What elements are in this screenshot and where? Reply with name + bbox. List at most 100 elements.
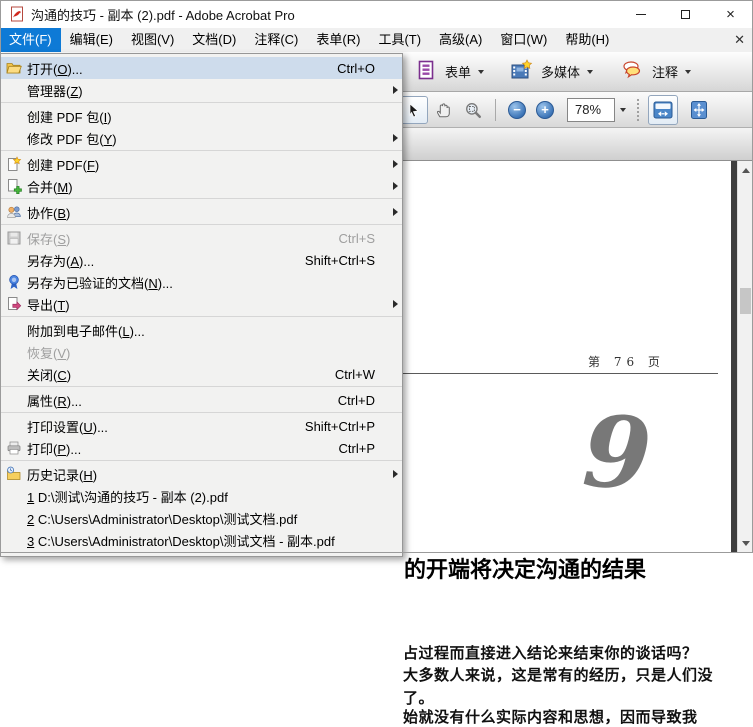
scrollbar-thumb[interactable]	[740, 288, 751, 314]
pdf-file-icon	[9, 6, 25, 22]
hand-tool-icon	[436, 102, 450, 117]
menu-icon-gutter	[4, 344, 23, 360]
document-body-line: 大多数人来说，这是常有的经历，只是人们没	[403, 667, 714, 684]
menu-item-label: 3 C:\Users\Administrator\Desktop\测试文档 - …	[27, 533, 335, 549]
menubar-item[interactable]: 文件(F)	[0, 28, 61, 52]
menu-item[interactable]: 另存为已验证的文档(N)...	[1, 271, 402, 293]
menu-item[interactable]: 创建 PDF 包(I)	[1, 105, 402, 127]
menu-item[interactable]: 导出(T)	[1, 293, 402, 315]
menu-item-label: 协作(B)	[27, 205, 71, 221]
menu-shortcut: Shift+Ctrl+P	[304, 418, 375, 434]
minimize-button[interactable]	[618, 0, 663, 28]
menu-item-label: 修改 PDF 包(Y)	[27, 131, 117, 147]
menu-separator	[1, 460, 402, 461]
task-button-label: 注释	[652, 65, 679, 80]
maximize-icon	[681, 9, 690, 19]
menu-shortcut: Ctrl+D	[337, 392, 375, 408]
menubar-item[interactable]: 文档(D)	[183, 28, 245, 52]
task-button[interactable]: 注释	[613, 56, 697, 87]
menu-icon-gutter	[4, 418, 23, 434]
menu-item-label: 1 D:\测试\沟通的技巧 - 副本 (2).pdf	[27, 489, 228, 505]
menubar-item[interactable]: 帮助(H)	[556, 28, 618, 52]
menu-separator	[1, 316, 402, 317]
menu-shortcut: Ctrl+O	[337, 60, 375, 76]
menu-item[interactable]: 合并(M)	[1, 175, 402, 197]
menu-item[interactable]: 打印设置(U)... Shift+Ctrl+P	[1, 415, 402, 437]
menu-icon-gutter	[4, 252, 23, 268]
menubar-item[interactable]: 窗口(W)	[491, 28, 556, 52]
dropdown-caret-icon	[478, 69, 485, 74]
submenu-arrow-icon	[389, 300, 398, 308]
task-button[interactable]: 表单	[410, 56, 490, 87]
marquee-zoom-button[interactable]	[458, 96, 488, 124]
scroll-down-icon[interactable]	[742, 541, 750, 546]
menu-item-label: 恢复(V)	[27, 345, 71, 361]
plus-icon: +	[541, 102, 549, 117]
menu-icon-gutter	[4, 366, 23, 382]
menu-item[interactable]: 管理器(Z)	[1, 79, 402, 101]
menu-item[interactable]: 打印(P)... Ctrl+P	[1, 437, 402, 459]
task-buttons: 表单 多媒体 注释	[410, 52, 697, 91]
toolbar-separator	[495, 98, 496, 121]
page-number-header: 第 76 页	[588, 355, 665, 369]
fit-width-button[interactable]	[648, 94, 678, 125]
submenu-arrow-icon	[389, 470, 398, 478]
menubar-item[interactable]: 表单(R)	[307, 28, 369, 52]
zoom-level-input[interactable]: 78%	[567, 97, 615, 122]
submenu-arrow-icon	[389, 160, 398, 168]
vertical-scrollbar[interactable]	[737, 161, 753, 553]
menu-item[interactable]: 另存为(A)... Shift+Ctrl+S	[1, 249, 402, 271]
menu-item-label: 保存(S)	[27, 231, 71, 247]
certify-icon	[4, 274, 23, 290]
recent-file-item[interactable]: 1 D:\测试\沟通的技巧 - 副本 (2).pdf	[1, 485, 402, 507]
menu-item-label: 合并(M)	[27, 179, 73, 195]
menu-item[interactable]: 保存(S) Ctrl+S	[1, 227, 402, 249]
zoom-dropdown-icon[interactable]	[620, 107, 626, 112]
menu-item[interactable]: 历史记录(H)	[1, 463, 402, 485]
submenu-arrow-icon	[389, 134, 398, 142]
menu-item[interactable]: 打开(O)... Ctrl+O	[1, 57, 402, 79]
menu-item-label: 另存为已验证的文档(N)...	[27, 275, 173, 291]
recent-file-item[interactable]: 2 C:\Users\Administrator\Desktop\测试文档.pd…	[1, 507, 402, 529]
menu-item-label: 打印设置(U)...	[27, 419, 108, 435]
menu-separator	[1, 102, 402, 103]
export-icon	[4, 296, 23, 312]
close-document-icon[interactable]: ✕	[734, 28, 745, 52]
menubar-item[interactable]: 工具(T)	[369, 28, 430, 52]
task-button[interactable]: 多媒体	[504, 56, 599, 87]
menubar-item[interactable]: 编辑(E)	[61, 28, 122, 52]
toolbar-grip	[636, 97, 641, 122]
menu-separator	[1, 412, 402, 413]
menu-item[interactable]: 附加到电子邮件(L)...	[1, 319, 402, 341]
form-icon	[416, 59, 438, 84]
close-button[interactable]: ×	[708, 0, 753, 28]
menubar-item[interactable]: 高级(A)	[430, 28, 491, 52]
menu-icon-gutter	[4, 532, 23, 548]
menu-item-label: 创建 PDF 包(I)	[27, 109, 112, 125]
marquee-zoom-icon	[466, 102, 481, 118]
menu-item[interactable]: 属性(R)... Ctrl+D	[1, 389, 402, 411]
fit-page-button[interactable]	[684, 95, 714, 125]
menu-item-label: 属性(R)...	[27, 393, 82, 409]
menu-item[interactable]: 协作(B)	[1, 201, 402, 223]
menu-icon-gutter	[4, 82, 23, 98]
menu-item[interactable]: 恢复(V)	[1, 341, 402, 363]
menubar-item[interactable]: 视图(V)	[122, 28, 183, 52]
close-icon: ×	[726, 5, 735, 23]
menu-icon-gutter	[4, 130, 23, 146]
menu-item[interactable]: 创建 PDF(F)	[1, 153, 402, 175]
recent-file-item[interactable]: 3 C:\Users\Administrator\Desktop\测试文档 - …	[1, 529, 402, 551]
save-icon	[4, 230, 23, 246]
fit-width-icon	[653, 101, 673, 118]
maximize-button[interactable]	[663, 0, 708, 28]
zoom-out-button[interactable]: −	[508, 100, 526, 119]
hand-tool-button[interactable]	[428, 96, 458, 124]
scroll-up-icon[interactable]	[742, 168, 750, 173]
document-body-line: 了。	[403, 690, 435, 707]
menu-separator	[1, 150, 402, 151]
menu-icon-gutter	[4, 322, 23, 338]
menubar-item[interactable]: 注释(C)	[245, 28, 307, 52]
menu-item[interactable]: 关闭(C) Ctrl+W	[1, 363, 402, 385]
zoom-in-button[interactable]: +	[536, 100, 554, 119]
menu-item[interactable]: 修改 PDF 包(Y)	[1, 127, 402, 149]
